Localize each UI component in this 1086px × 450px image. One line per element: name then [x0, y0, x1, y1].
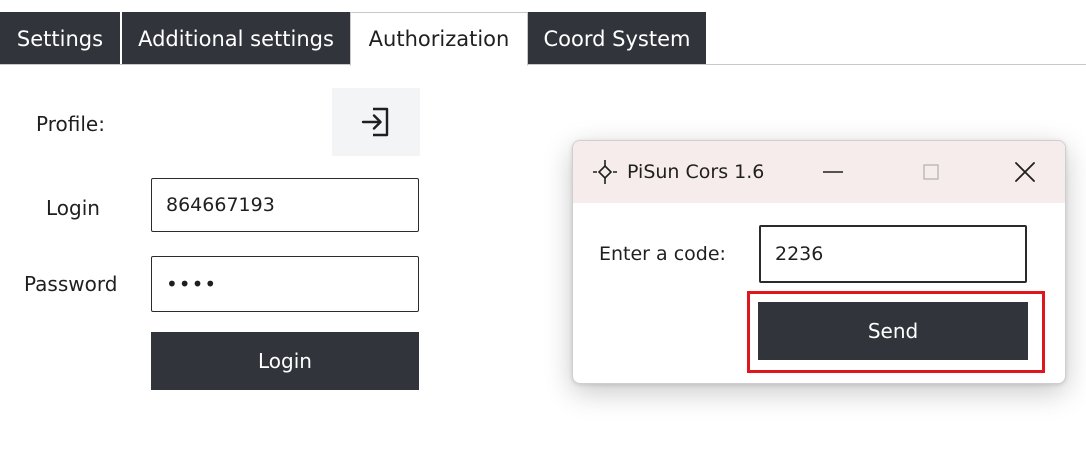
minimize-button[interactable] [801, 141, 865, 203]
code-input[interactable]: 2236 [759, 225, 1027, 283]
profile-login-button[interactable] [332, 88, 420, 156]
tab-bar-divider [0, 64, 1086, 65]
password-label: Password [24, 272, 118, 296]
maximize-button[interactable] [899, 141, 963, 203]
code-label: Enter a code: [599, 243, 726, 265]
tab-authorization[interactable]: Authorization [350, 12, 528, 66]
tab-bar: Settings Additional settings Authorizati… [0, 12, 1086, 66]
app-crosshair-icon [593, 160, 617, 184]
maximize-icon [923, 164, 939, 180]
minimize-icon [823, 171, 843, 173]
login-input[interactable]: 864667193 [151, 178, 419, 232]
password-input[interactable]: •••• [151, 256, 419, 312]
tab-coord-system[interactable]: Coord System [528, 12, 706, 65]
login-label: Login [46, 196, 100, 220]
dialog-title: PiSun Cors 1.6 [627, 161, 765, 183]
tab-settings[interactable]: Settings [0, 12, 120, 65]
login-icon [361, 107, 389, 137]
close-icon [1015, 162, 1035, 182]
code-dialog: PiSun Cors 1.6 Enter a code: 2236 Send [572, 140, 1066, 384]
send-button[interactable]: Send [758, 302, 1028, 360]
close-button[interactable] [993, 141, 1057, 203]
login-button[interactable]: Login [151, 332, 419, 390]
dialog-titlebar: PiSun Cors 1.6 [573, 141, 1065, 203]
profile-label: Profile: [36, 112, 105, 136]
tab-additional-settings[interactable]: Additional settings [122, 12, 350, 65]
